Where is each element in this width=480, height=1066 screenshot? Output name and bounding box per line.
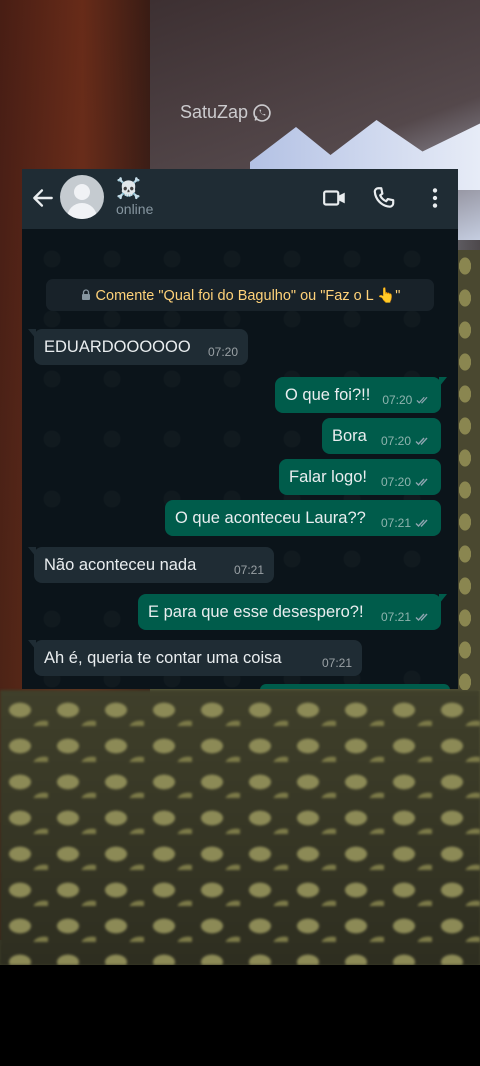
- message-text: O que foi?!!: [285, 385, 371, 404]
- contact-name[interactable]: ☠️: [116, 176, 141, 201]
- screen: SatuZap ☠️ online Comente "Qual foi do B…: [0, 0, 480, 1066]
- lock-icon: [81, 289, 90, 300]
- chat-header: ☠️ online: [22, 169, 458, 229]
- message-time: 07:20: [380, 475, 411, 489]
- message-time: 07:21: [380, 516, 411, 530]
- message-time: 07:21: [321, 656, 352, 670]
- video-call-icon[interactable]: [322, 185, 348, 211]
- watermark: SatuZap: [180, 102, 272, 123]
- read-ticks-icon: [415, 519, 428, 528]
- background-cobblestone: [0, 690, 480, 965]
- message-bubble-incoming[interactable]: Ah é, queria te contar uma coisa 07:21: [28, 640, 362, 676]
- message-text: Não aconteceu nada: [44, 555, 197, 574]
- more-vert-icon[interactable]: [422, 185, 448, 211]
- watermark-text: SatuZap: [180, 102, 249, 122]
- whatsapp-icon: [253, 103, 271, 122]
- avatar-head: [74, 184, 90, 200]
- whatsapp-chat-window: ☠️ online Comente "Qual foi do Bagulho" …: [22, 169, 458, 689]
- message-time: 07:21: [380, 610, 411, 624]
- message-time: 07:21: [233, 563, 264, 577]
- message-text: Bora: [332, 426, 367, 445]
- message-bubble-outgoing-partial: [260, 684, 450, 689]
- voice-call-icon[interactable]: [371, 185, 397, 211]
- avatar[interactable]: [60, 175, 104, 219]
- message-bubble-outgoing[interactable]: E para que esse desespero?! 07:21: [138, 594, 447, 630]
- message-text: Falar logo!: [289, 467, 367, 486]
- message-bubble-outgoing[interactable]: Bora 07:20: [322, 418, 441, 454]
- message-bubble-outgoing[interactable]: O que foi?!! 07:20: [275, 377, 447, 413]
- message-text: E para que esse desespero?!: [148, 602, 364, 621]
- message-text: Ah é, queria te contar uma coisa: [44, 648, 282, 667]
- back-arrow-icon[interactable]: [30, 185, 56, 211]
- message-bubble-incoming[interactable]: Não aconteceu nada 07:21: [28, 547, 274, 583]
- system-message-text: Comente "Qual foi do Bagulho" ou "Faz o …: [95, 287, 401, 304]
- avatar-body: [67, 203, 97, 219]
- message-bubble-outgoing[interactable]: Falar logo! 07:20: [279, 459, 441, 495]
- message-time: 07:20: [380, 434, 411, 448]
- read-ticks-icon: [416, 396, 428, 404]
- contact-status: online: [116, 201, 154, 217]
- message-text: O que aconteceu Laura??: [175, 508, 366, 527]
- read-ticks-icon: [415, 437, 428, 446]
- message-time: 07:20: [207, 345, 238, 359]
- message-bubble-outgoing[interactable]: O que aconteceu Laura?? 07:21: [165, 500, 441, 536]
- bottom-black-bar: [0, 965, 480, 1066]
- chat-body[interactable]: Comente "Qual foi do Bagulho" ou "Faz o …: [22, 229, 458, 689]
- read-ticks-icon: [415, 613, 428, 622]
- system-message: Comente "Qual foi do Bagulho" ou "Faz o …: [46, 279, 434, 311]
- message-time: 07:20: [382, 393, 413, 407]
- read-ticks-icon: [415, 478, 428, 487]
- message-bubble-incoming[interactable]: EDUARDOOOOOO 07:20: [28, 329, 248, 365]
- message-text: EDUARDOOOOOO: [44, 337, 191, 356]
